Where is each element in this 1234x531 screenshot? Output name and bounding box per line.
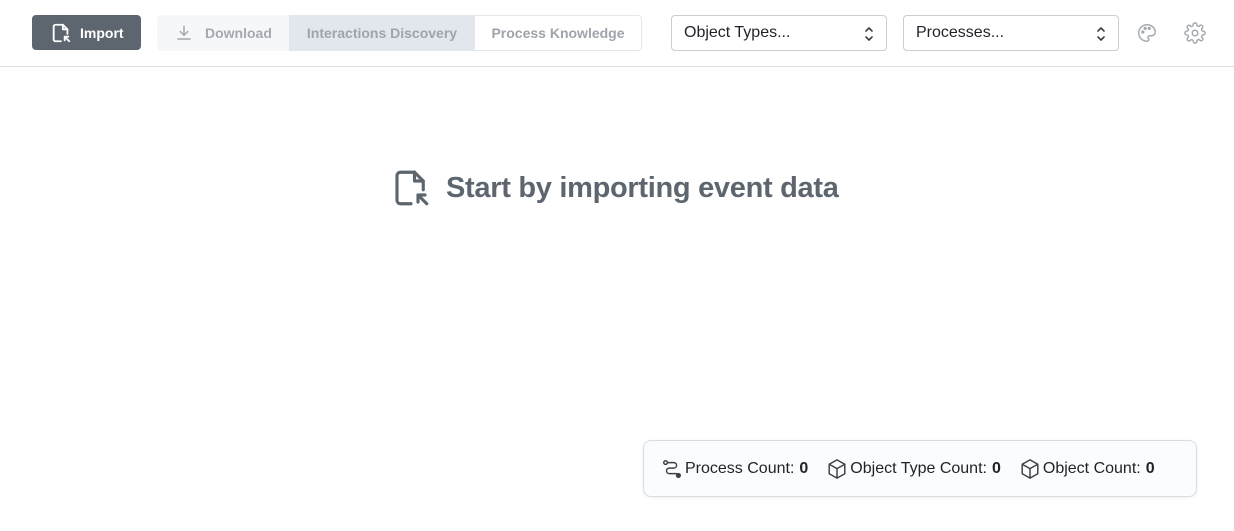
stats-panel: Process Count: 0 Object Type Count: 0 Ob… — [643, 440, 1197, 497]
chevron-updown-icon — [865, 27, 873, 41]
import-button-label: Import — [80, 24, 124, 41]
download-icon — [177, 25, 191, 40]
process-count-stat: Process Count: 0 — [661, 458, 808, 480]
file-import-icon — [52, 23, 71, 42]
object-count-label: Object Count: — [1042, 459, 1141, 477]
object-types-select-value: Object Types... — [684, 24, 791, 41]
palette-icon[interactable] — [1136, 22, 1158, 44]
empty-state: Start by importing event data — [390, 166, 839, 210]
object-types-select[interactable]: Object Types... — [671, 15, 887, 51]
object-count-value: 0 — [1145, 459, 1155, 477]
gear-icon[interactable] — [1184, 22, 1206, 44]
process-count-value: 0 — [799, 459, 809, 477]
chevron-updown-icon — [1097, 27, 1105, 41]
tab-interactions-discovery-label: Interactions Discovery — [306, 25, 458, 41]
processes-select[interactable]: Processes... — [903, 15, 1119, 51]
processes-select-value: Processes... — [916, 24, 1005, 41]
import-button[interactable]: Import — [32, 15, 141, 50]
tab-process-knowledge-label: Process Knowledge — [491, 25, 625, 41]
object-type-count-value: 0 — [991, 459, 1001, 477]
file-import-icon — [395, 170, 429, 206]
process-count-label: Process Count: — [685, 459, 795, 477]
object-type-count-label: Object Type Count: — [850, 459, 987, 477]
view-switcher: Download Interactions Discovery Process … — [157, 15, 642, 51]
tab-process-knowledge[interactable]: Process Knowledge — [475, 15, 642, 51]
object-type-count-stat: Object Type Count: 0 — [826, 458, 1001, 480]
route-icon — [663, 459, 681, 478]
toolbar: Import Download Interactions Discovery P… — [0, 0, 1234, 67]
object-count-stat: Object Count: 0 — [1019, 458, 1155, 480]
empty-state-title: Start by importing event data — [446, 171, 839, 204]
cube-icon — [828, 458, 846, 479]
download-button-label: Download — [205, 25, 272, 41]
tab-interactions-discovery[interactable]: Interactions Discovery — [289, 15, 475, 51]
download-button[interactable]: Download — [157, 15, 289, 51]
cube-icon — [1021, 458, 1039, 479]
